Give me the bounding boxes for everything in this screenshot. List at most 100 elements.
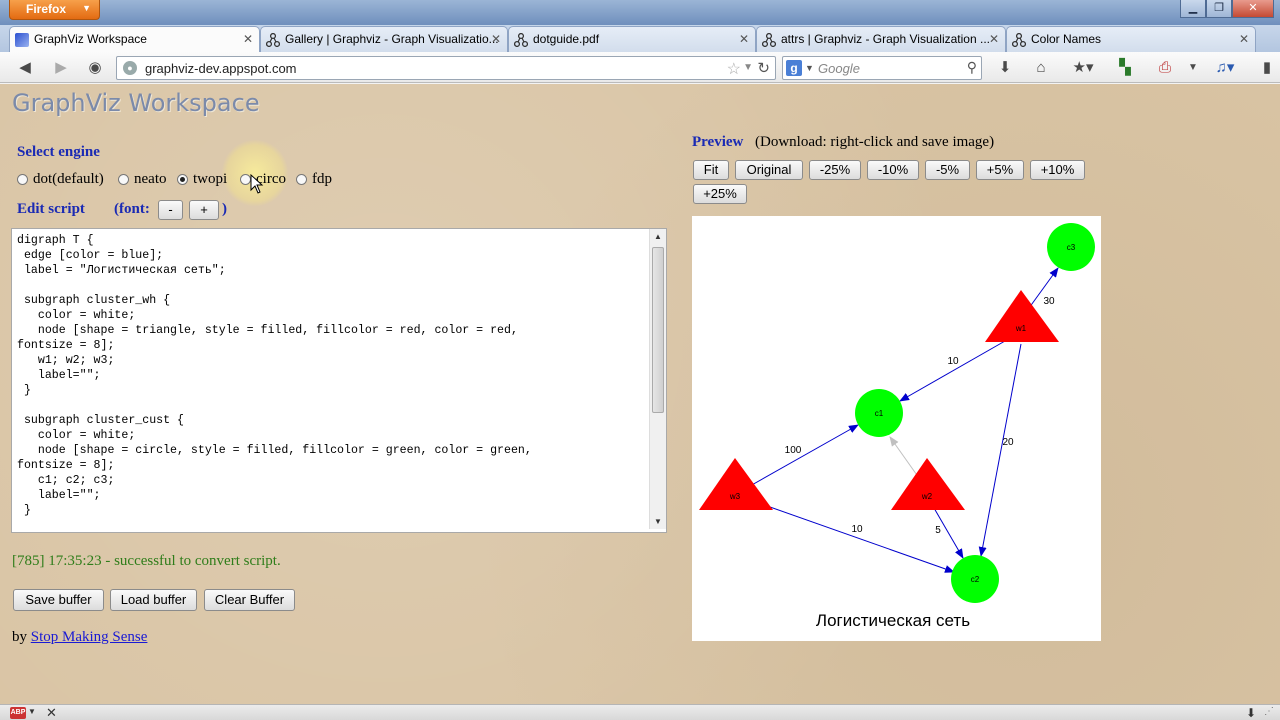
node-w3 — [699, 458, 773, 510]
load-buffer-button[interactable]: Load buffer — [110, 589, 197, 611]
engine-radio-neato[interactable]: neato — [118, 171, 166, 188]
radio-circle[interactable] — [118, 174, 129, 185]
tab-color-names[interactable]: Color Names ✕ — [1006, 26, 1256, 52]
url-history-dropdown-icon[interactable]: ▼ — [743, 62, 753, 73]
byline: by Stop Making Sense — [12, 629, 147, 646]
music-addon-icon[interactable]: ♫▾ — [1210, 58, 1240, 78]
bookmark-star-icon[interactable]: ☆ — [727, 59, 741, 79]
graph-svg: 30 10 20 100 10 5 w1 w2 w3 c1 c2 c3 Логистическая … — [699, 223, 1095, 630]
zoom-minus-5-button[interactable]: -5% — [925, 160, 970, 180]
close-tab-icon[interactable]: ✕ — [491, 32, 501, 46]
firefox-menu-button[interactable]: Firefox ▼ — [9, 0, 100, 20]
close-addon-bar-icon[interactable]: ✕ — [46, 705, 57, 720]
edge-label-w3-c2: 10 — [851, 524, 863, 535]
pdf-addon-icon[interactable]: ⎙ — [1154, 58, 1176, 78]
toolbar-overflow-icon[interactable]: ▮ — [1256, 58, 1278, 78]
restore-button[interactable]: ❐ — [1206, 0, 1232, 18]
tab-strip: GraphViz Workspace ✕ Gallery | Graphviz … — [0, 25, 1280, 71]
script-text[interactable]: digraph T { edge [color = blue]; label =… — [17, 233, 647, 518]
close-tab-icon[interactable]: ✕ — [1239, 32, 1249, 46]
scroll-down-icon[interactable]: ▼ — [654, 517, 662, 526]
graphviz-favicon-icon — [762, 33, 776, 47]
edge-label-w1-c2: 20 — [1002, 437, 1014, 448]
font-label: (font: — [114, 201, 150, 217]
radio-label: fdp — [312, 171, 332, 187]
home-icon[interactable]: ⌂ — [1030, 58, 1052, 78]
engine-radio-fdp[interactable]: fdp — [296, 171, 332, 188]
back-arrow-icon[interactable]: ◀ — [14, 58, 36, 78]
search-icon[interactable]: ⚲ — [967, 59, 977, 76]
browser-status-bar: ABP ▼ ✕ ⬇ ⋰ — [0, 704, 1280, 720]
engine-radio-twopi[interactable]: twopi — [177, 171, 227, 188]
node-label-w2: w2 — [921, 492, 933, 501]
forward-arrow-icon[interactable]: ▶ — [50, 58, 72, 78]
identity-icon[interactable]: ◉ — [84, 58, 106, 78]
close-tab-icon[interactable]: ✕ — [243, 32, 253, 46]
select-engine-heading: Select engine — [17, 144, 100, 160]
addon-dropdown-icon[interactable]: ▼ — [1182, 58, 1204, 78]
window-controls: ▁ ❐ ✕ — [1180, 0, 1274, 18]
tab-title: Gallery | Graphviz - Graph Visualizatio.… — [285, 32, 499, 46]
radio-label: dot(default) — [33, 171, 104, 187]
reload-icon[interactable]: ↻ — [757, 59, 770, 77]
url-bar[interactable]: ● graphviz-dev.appspot.com ☆ ▼ ↻ — [116, 56, 776, 80]
tab-dotguide[interactable]: dotguide.pdf ✕ — [508, 26, 756, 52]
zoom-plus-25-button[interactable]: +25% — [693, 184, 747, 204]
clear-buffer-button[interactable]: Clear Buffer — [204, 589, 295, 611]
zoom-original-button[interactable]: Original — [735, 160, 803, 180]
radio-circle[interactable] — [17, 174, 28, 185]
radio-circle-selected[interactable] — [177, 174, 188, 185]
edge-label-w3-c1: 100 — [785, 445, 802, 456]
radio-label: neato — [134, 171, 167, 187]
minimize-button[interactable]: ▁ — [1180, 0, 1206, 18]
node-label-w3: w3 — [729, 492, 741, 501]
font-decrease-button[interactable]: - — [158, 200, 183, 220]
close-tab-icon[interactable]: ✕ — [989, 32, 999, 46]
zoom-minus-10-button[interactable]: -10% — [867, 160, 919, 180]
search-placeholder[interactable]: Google — [818, 61, 860, 76]
download-status-icon[interactable]: ⬇ — [1246, 706, 1256, 720]
author-link[interactable]: Stop Making Sense — [31, 629, 148, 645]
close-tab-icon[interactable]: ✕ — [739, 32, 749, 46]
edge-label-w2-c2: 5 — [935, 525, 941, 536]
save-buffer-button[interactable]: Save buffer — [13, 589, 104, 611]
tab-title: attrs | Graphviz - Graph Visualization .… — [781, 32, 990, 46]
addon-icon[interactable]: ▚ — [1114, 58, 1136, 78]
close-window-button[interactable]: ✕ — [1232, 0, 1274, 18]
engine-radio-dot[interactable]: dot(default) — [17, 171, 104, 188]
graphviz-favicon-icon — [1012, 33, 1026, 47]
adblock-dropdown-icon[interactable]: ▼ — [28, 707, 36, 716]
zoom-plus-5-button[interactable]: +5% — [976, 160, 1024, 180]
search-box[interactable]: g ▼ Google ⚲ — [782, 56, 982, 80]
script-editor[interactable]: digraph T { edge [color = blue]; label =… — [11, 228, 667, 533]
resize-grip-icon[interactable]: ⋰ — [1264, 706, 1274, 717]
radio-label: twopi — [193, 171, 228, 187]
graph-preview-image[interactable]: 30 10 20 100 10 5 w1 w2 w3 c1 c2 c3 Логистическая … — [692, 216, 1101, 641]
zoom-minus-25-button[interactable]: -25% — [809, 160, 861, 180]
scrollbar-thumb[interactable] — [652, 247, 664, 413]
url-text[interactable]: graphviz-dev.appspot.com — [145, 61, 297, 76]
search-engine-dropdown-icon[interactable]: ▼ — [805, 63, 814, 73]
zoom-fit-button[interactable]: Fit — [693, 160, 729, 180]
zoom-plus-10-button[interactable]: +10% — [1030, 160, 1085, 180]
downloads-icon[interactable]: ⬇ — [994, 58, 1016, 78]
tab-attrs[interactable]: attrs | Graphviz - Graph Visualization .… — [756, 26, 1006, 52]
mouse-cursor-icon — [250, 174, 264, 194]
font-label-close: ) — [222, 201, 227, 217]
graph-label: Логистическая сеть — [816, 611, 970, 630]
scroll-up-icon[interactable]: ▲ — [654, 232, 662, 241]
adblock-icon[interactable]: ABP — [10, 707, 26, 719]
tab-gallery[interactable]: Gallery | Graphviz - Graph Visualizatio.… — [260, 26, 508, 52]
tab-graphviz-workspace[interactable]: GraphViz Workspace ✕ — [9, 26, 260, 53]
status-message: [785] 17:35:23 - successful to convert s… — [12, 553, 281, 569]
editor-scrollbar[interactable]: ▲ ▼ — [649, 229, 666, 529]
bookmarks-menu-icon[interactable]: ★▾ — [1068, 58, 1098, 78]
google-icon[interactable]: g — [786, 60, 802, 76]
node-label-w1: w1 — [1015, 324, 1027, 333]
edge-label-w1-c3: 30 — [1043, 296, 1055, 307]
tab-title: dotguide.pdf — [533, 32, 600, 46]
font-increase-button[interactable]: + — [189, 200, 219, 220]
navigation-toolbar: ◀ ▶ ◉ ● graphviz-dev.appspot.com ☆ ▼ ↻ g… — [0, 52, 1280, 83]
tab-title: Color Names — [1031, 32, 1102, 46]
radio-circle[interactable] — [296, 174, 307, 185]
